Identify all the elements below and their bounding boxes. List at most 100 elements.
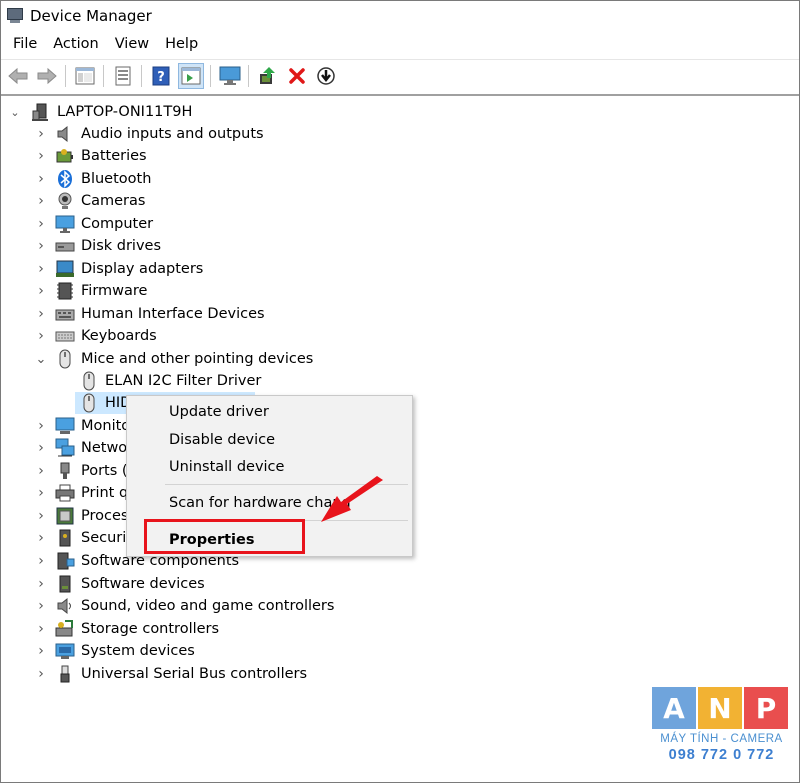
action-pane-icon[interactable] <box>178 63 204 89</box>
tree-category[interactable]: Keyboards <box>55 325 157 347</box>
sound-icon <box>55 596 75 616</box>
tree-category-label: Sound, video and game controllers <box>81 598 335 614</box>
expand-chevron-icon[interactable]: › <box>33 640 49 662</box>
expand-chevron-icon[interactable]: › <box>33 550 49 572</box>
tree-category[interactable]: Print q <box>55 482 128 504</box>
expand-chevron-icon[interactable]: › <box>33 618 49 640</box>
expand-chevron-icon[interactable]: › <box>33 280 49 302</box>
tree-category[interactable]: Netwo <box>55 437 127 459</box>
menu-help[interactable]: Help <box>157 31 206 57</box>
expand-chevron-icon[interactable]: › <box>33 123 49 145</box>
expand-chevron-icon[interactable]: › <box>33 527 49 549</box>
security-icon <box>55 528 75 548</box>
logo-subtitle: MÁY TÍNH - CAMERA <box>660 733 783 745</box>
expand-chevron-icon[interactable]: › <box>33 505 49 527</box>
expand-chevron-icon[interactable]: › <box>33 573 49 595</box>
menu-action[interactable]: Action <box>45 31 106 57</box>
menu-file[interactable]: File <box>1 31 45 57</box>
expand-chevron-icon[interactable]: › <box>33 190 49 212</box>
tree-category[interactable]: Universal Serial Bus controllers <box>55 663 307 685</box>
port-icon <box>55 461 75 481</box>
context-menu-uninstall-device[interactable]: Uninstall device <box>169 459 284 475</box>
toolbar-separator <box>65 65 66 87</box>
properties-highlight-box <box>144 519 305 554</box>
tree-category[interactable]: Software devices <box>55 573 205 595</box>
disable-icon[interactable] <box>314 64 338 88</box>
tree-category[interactable]: Batteries <box>55 145 147 167</box>
camera-icon <box>55 191 75 211</box>
context-menu-disable-device[interactable]: Disable device <box>169 432 275 448</box>
collapse-chevron-icon[interactable]: ⌄ <box>33 348 49 370</box>
uninstall-icon[interactable] <box>285 64 309 88</box>
expand-chevron-icon[interactable]: › <box>33 460 49 482</box>
menu-view[interactable]: View <box>107 31 157 57</box>
tree-root[interactable]: LAPTOP-ONI11T9H <box>31 101 192 123</box>
tree-root-label: LAPTOP-ONI11T9H <box>57 104 193 120</box>
expand-chevron-icon[interactable]: › <box>33 437 49 459</box>
expand-chevron-icon[interactable]: › <box>33 235 49 257</box>
expand-chevron-icon[interactable]: › <box>33 415 49 437</box>
back-icon[interactable] <box>6 64 30 88</box>
tree-category-label: Storage controllers <box>81 621 220 637</box>
expand-chevron-icon[interactable]: › <box>33 145 49 167</box>
system-icon <box>55 641 75 661</box>
expand-chevron-icon[interactable]: › <box>33 595 49 617</box>
battery-icon <box>55 146 75 166</box>
toolbar-separator <box>103 65 104 87</box>
tree-category-label: Keyboards <box>81 328 157 344</box>
tree-category[interactable]: Storage controllers <box>55 618 219 640</box>
tree-category[interactable]: Cameras <box>55 190 145 212</box>
tree-category-label: Mice and other pointing devices <box>81 351 314 367</box>
tree-category[interactable]: Human Interface Devices <box>55 303 265 325</box>
tree-category-label: Computer <box>81 216 154 232</box>
tree-item-elan[interactable]: ELAN I2C Filter Driver <box>79 370 261 392</box>
tree-category[interactable]: Audio inputs and outputs <box>55 123 264 145</box>
bluetooth-icon <box>55 169 75 189</box>
tree-category[interactable]: Securit <box>55 527 132 549</box>
collapse-chevron-icon[interactable]: ⌄ <box>7 101 23 123</box>
tree-category[interactable]: Mice and other pointing devices <box>55 348 313 370</box>
tree-category-label: Firmware <box>81 283 148 299</box>
show-hide-console-tree-icon[interactable] <box>73 64 97 88</box>
mouse-icon <box>79 371 99 391</box>
anp-logo: A N P MÁY TÍNH - CAMERA 098 772 0 772 <box>652 687 791 767</box>
expand-chevron-icon[interactable]: › <box>33 213 49 235</box>
display-adapter-icon <box>55 259 75 279</box>
tree-category[interactable]: System devices <box>55 640 195 662</box>
toolbar-separator <box>141 65 142 87</box>
tree-category[interactable]: Firmware <box>55 280 147 302</box>
tree-category[interactable]: Sound, video and game controllers <box>55 595 334 617</box>
tree-category[interactable]: Process <box>55 505 136 527</box>
tree-category[interactable]: Display adapters <box>55 258 203 280</box>
storage-icon <box>55 619 75 639</box>
device-manager-window: Device Manager File Action View Help ? ⌄… <box>0 0 800 783</box>
monitor-icon[interactable] <box>218 64 242 88</box>
tree-category[interactable]: Computer <box>55 213 153 235</box>
expand-chevron-icon[interactable]: › <box>33 258 49 280</box>
disk-icon <box>55 236 75 256</box>
mouse-icon <box>55 349 75 369</box>
tree-category-label: Securit <box>81 530 132 546</box>
keyboard-icon <box>55 326 75 346</box>
forward-icon[interactable] <box>35 64 59 88</box>
usb-icon <box>55 664 75 684</box>
properties-icon[interactable] <box>111 64 135 88</box>
tree-category-label: Netwo <box>81 440 128 456</box>
tree-category[interactable]: Bluetooth <box>55 168 151 190</box>
title-bar: Device Manager <box>1 1 799 31</box>
expand-chevron-icon[interactable]: › <box>33 482 49 504</box>
tree-category-label: Software devices <box>81 576 205 592</box>
expand-chevron-icon[interactable]: › <box>33 168 49 190</box>
update-driver-icon[interactable] <box>256 64 280 88</box>
expand-chevron-icon[interactable]: › <box>33 663 49 685</box>
firmware-icon <box>55 281 75 301</box>
tree-category[interactable]: Disk drives <box>55 235 161 257</box>
network-icon <box>55 438 75 458</box>
expand-chevron-icon[interactable]: › <box>33 303 49 325</box>
expand-chevron-icon[interactable]: › <box>33 325 49 347</box>
tree-category[interactable]: Monito <box>55 415 130 437</box>
logo-letter-n: N <box>698 687 742 729</box>
context-menu-update-driver[interactable]: Update driver <box>169 404 269 420</box>
window-title: Device Manager <box>30 7 152 25</box>
help-icon[interactable]: ? <box>149 64 173 88</box>
